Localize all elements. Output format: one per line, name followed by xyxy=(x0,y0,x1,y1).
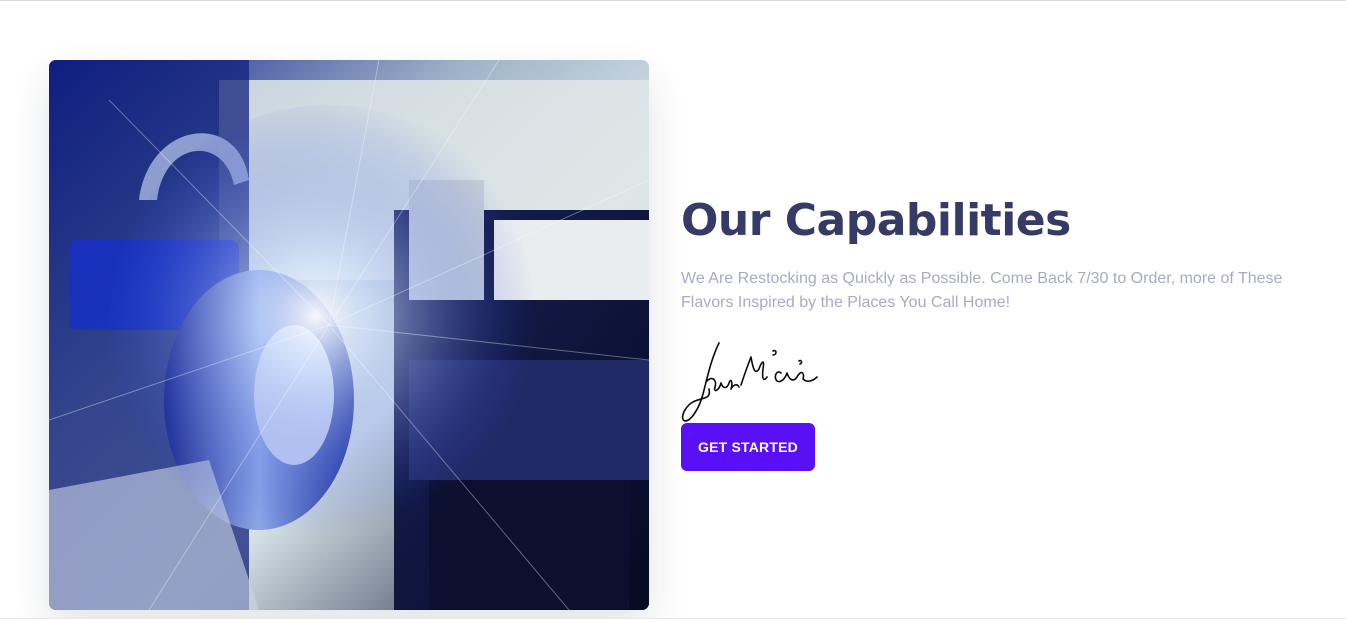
page: Our Capabilities We Are Restocking as Qu… xyxy=(0,0,1346,619)
cnc-machine-image xyxy=(49,60,649,610)
signature-image xyxy=(681,342,818,422)
cnc-machine-illustration xyxy=(49,60,649,610)
section-description: We Are Restocking as Quickly as Possible… xyxy=(681,270,1283,311)
capabilities-content: Our Capabilities We Are Restocking as Qu… xyxy=(681,193,1321,471)
get-started-button[interactable]: GET STARTED xyxy=(681,423,815,471)
section-title: Our Capabilities xyxy=(681,195,1071,246)
